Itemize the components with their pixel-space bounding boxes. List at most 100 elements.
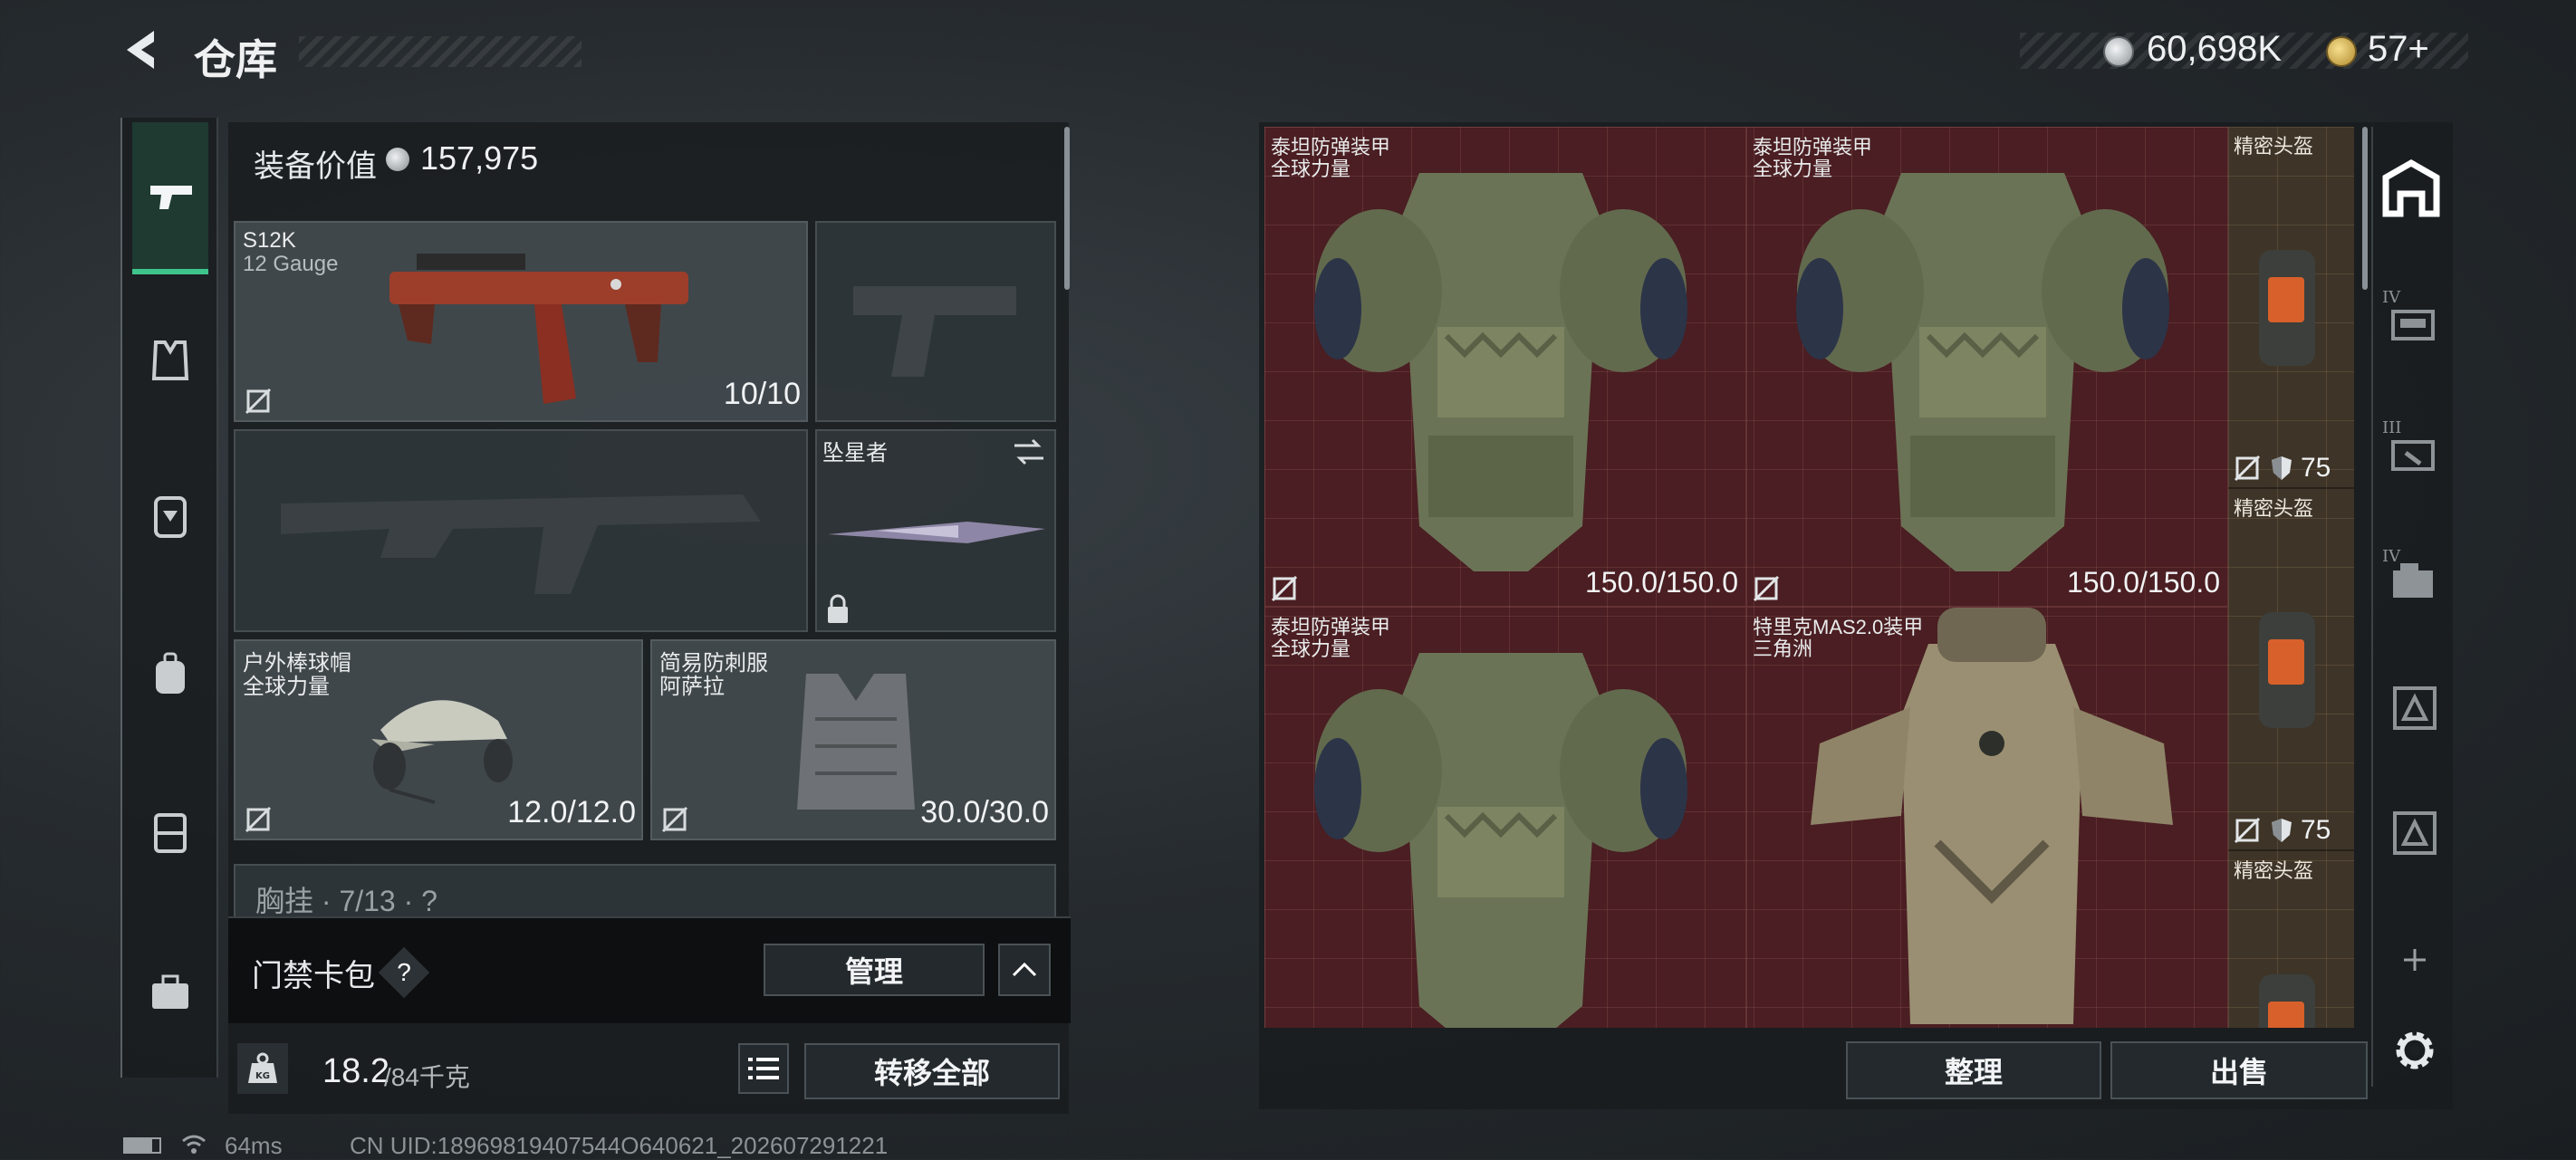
gold-coin-icon xyxy=(2326,36,2357,67)
armor-durability: 30.0/30.0 xyxy=(920,795,1049,829)
helmet-item[interactable]: 精密头盔 75 xyxy=(2228,489,2354,851)
secondary-weapon-slot[interactable] xyxy=(234,429,808,632)
melee-name: 坠星者 xyxy=(822,441,888,465)
weight-badge: KG xyxy=(237,1043,288,1094)
swap-icon[interactable] xyxy=(1011,436,1047,467)
armor-faction: 阿萨拉 xyxy=(659,675,725,699)
vest-icon xyxy=(151,340,189,380)
plus-icon xyxy=(2404,949,2426,971)
storage-item[interactable]: 泰坦防弹装甲 全球力量 xyxy=(1264,607,1746,1028)
helmet-faction: 全球力量 xyxy=(243,675,330,699)
chest-rig-icon xyxy=(154,496,187,538)
stab-vest-image xyxy=(797,674,915,810)
list-icon xyxy=(748,1058,779,1079)
weapon-name: S12K xyxy=(243,228,296,253)
sell-button[interactable]: 出售 xyxy=(2110,1041,2368,1099)
storage-tab-5[interactable] xyxy=(2380,677,2444,741)
item-durability: 150.0/150.0 xyxy=(1584,566,1738,599)
titan-armor-image xyxy=(1314,653,1687,1028)
helmet-item-name: 精密头盔 xyxy=(2234,497,2314,520)
keycard-label: 门禁卡包 xyxy=(252,959,375,993)
storage-tab-home[interactable] xyxy=(2379,145,2444,235)
storage-tab-3[interactable]: III xyxy=(2380,418,2444,482)
warehouse-icon xyxy=(2382,158,2440,217)
shield-icon xyxy=(2272,819,2292,842)
storage-grid: 泰坦防弹装甲 全球力量 150.0/150.0 泰坦防弹装甲 全球力量 150.… xyxy=(1264,127,2354,1028)
shotgun-image xyxy=(389,254,688,404)
storage-scrollbar[interactable] xyxy=(2362,127,2368,290)
storage-box-icon xyxy=(2391,310,2435,340)
storage-tab-4[interactable]: IV xyxy=(2380,547,2444,610)
storage-tab-2[interactable]: IV xyxy=(2380,288,2444,351)
transfer-all-button[interactable]: 转移全部 xyxy=(804,1043,1060,1099)
weight-current: 18.2 xyxy=(322,1052,389,1090)
storage-item[interactable]: 泰坦防弹装甲 全球力量 150.0/150.0 xyxy=(1746,127,2228,607)
armor-slot[interactable]: 简易防刺服 阿萨拉 30.0/30.0 xyxy=(650,639,1056,840)
equip-value-label: 装备价值 xyxy=(254,149,377,184)
wrench-box-icon xyxy=(2391,440,2435,471)
keycard-collapse-button[interactable] xyxy=(998,944,1051,996)
safe-case-icon xyxy=(154,813,187,853)
add-storage-tab-button[interactable] xyxy=(2397,942,2433,978)
settings-button[interactable] xyxy=(2388,1023,2442,1078)
page-title: 仓库 xyxy=(194,36,277,83)
keycard-manage-button[interactable]: 管理 xyxy=(764,944,985,996)
helmet-item-name: 精密头盔 xyxy=(2234,859,2314,882)
helmet-item[interactable]: 精密头盔 75 xyxy=(2228,127,2354,489)
currency-amount: 60,698K xyxy=(2147,29,2283,69)
no-insure-icon xyxy=(245,806,272,833)
weight-max: /84千克 xyxy=(384,1063,470,1091)
shield-icon xyxy=(2272,456,2292,480)
ping-text: 64ms xyxy=(225,1132,283,1159)
list-view-button[interactable] xyxy=(738,1043,789,1094)
back-button[interactable] xyxy=(118,25,163,74)
coin-amount[interactable]: 57+ xyxy=(2368,29,2429,70)
precision-helmet-image xyxy=(2259,612,2315,728)
back-arrow-icon xyxy=(127,31,154,69)
mas-armor-image xyxy=(1811,608,2173,1024)
keycard-help-icon[interactable]: ? xyxy=(378,946,430,999)
chest-rig-label: 胸挂 · 7/13 · ? xyxy=(255,885,437,917)
category-backpack-tab[interactable] xyxy=(145,648,196,699)
keycard-help-mark: ? xyxy=(397,958,411,986)
category-case-tab[interactable] xyxy=(145,806,196,857)
category-chest-rig-tab[interactable] xyxy=(145,491,196,542)
no-insure-icon xyxy=(245,388,272,415)
category-armor-tab[interactable] xyxy=(145,335,196,386)
sort-button[interactable]: 整理 xyxy=(1846,1041,2101,1099)
loadout-scrollbar[interactable] xyxy=(1064,127,1070,290)
container-icon xyxy=(2393,563,2433,598)
lock-icon xyxy=(828,594,848,623)
equip-value: 157,975 xyxy=(420,139,539,177)
equip-value-coin-icon xyxy=(386,148,409,171)
category-toolbox-tab[interactable] xyxy=(145,967,196,1018)
pistol-silhouette-icon xyxy=(853,286,1016,377)
weight-icon: KG xyxy=(248,1052,277,1083)
no-insure-icon xyxy=(661,806,688,833)
primary-weapon-slot[interactable]: S12K 12 Gauge 10/10 xyxy=(234,221,808,422)
helmet-item[interactable]: 精密头盔 xyxy=(2228,851,2354,1028)
helmet-item-name: 精密头盔 xyxy=(2234,135,2314,158)
uid-text: CN UID:18969819407544O640621_20260729122… xyxy=(350,1132,889,1159)
battery-icon xyxy=(123,1137,161,1154)
wifi-icon xyxy=(182,1135,206,1154)
pistol-slot[interactable] xyxy=(815,221,1056,422)
storage-item[interactable]: 泰坦防弹装甲 全球力量 150.0/150.0 xyxy=(1264,127,1746,607)
chest-rig-slot[interactable]: 胸挂 · 7/13 · ? xyxy=(234,864,1056,918)
storage-tab-6[interactable] xyxy=(2380,802,2444,866)
category-weapon-tab[interactable] xyxy=(132,122,208,274)
weapon-ammo: 10/10 xyxy=(723,377,801,411)
title-stripe xyxy=(299,36,582,67)
helmet-armor-level: 75 xyxy=(2301,815,2331,845)
helmet-slot[interactable]: 户外棒球帽 全球力量 12.0/12.0 xyxy=(234,639,643,840)
melee-slot[interactable]: 坠星者 xyxy=(815,429,1056,632)
silver-coin-icon xyxy=(2103,36,2134,67)
chevron-up-icon xyxy=(1012,962,1037,977)
storage-item[interactable]: 特里克MAS2.0装甲 三角洲 xyxy=(1746,607,2228,1028)
warning-box-icon xyxy=(2393,811,2437,855)
titan-armor-image xyxy=(1796,173,2169,571)
item-durability: 150.0/150.0 xyxy=(2066,566,2220,599)
toolbox-icon xyxy=(152,974,188,1009)
warning-box-icon xyxy=(2393,686,2437,730)
helmet-durability: 12.0/12.0 xyxy=(507,795,636,829)
